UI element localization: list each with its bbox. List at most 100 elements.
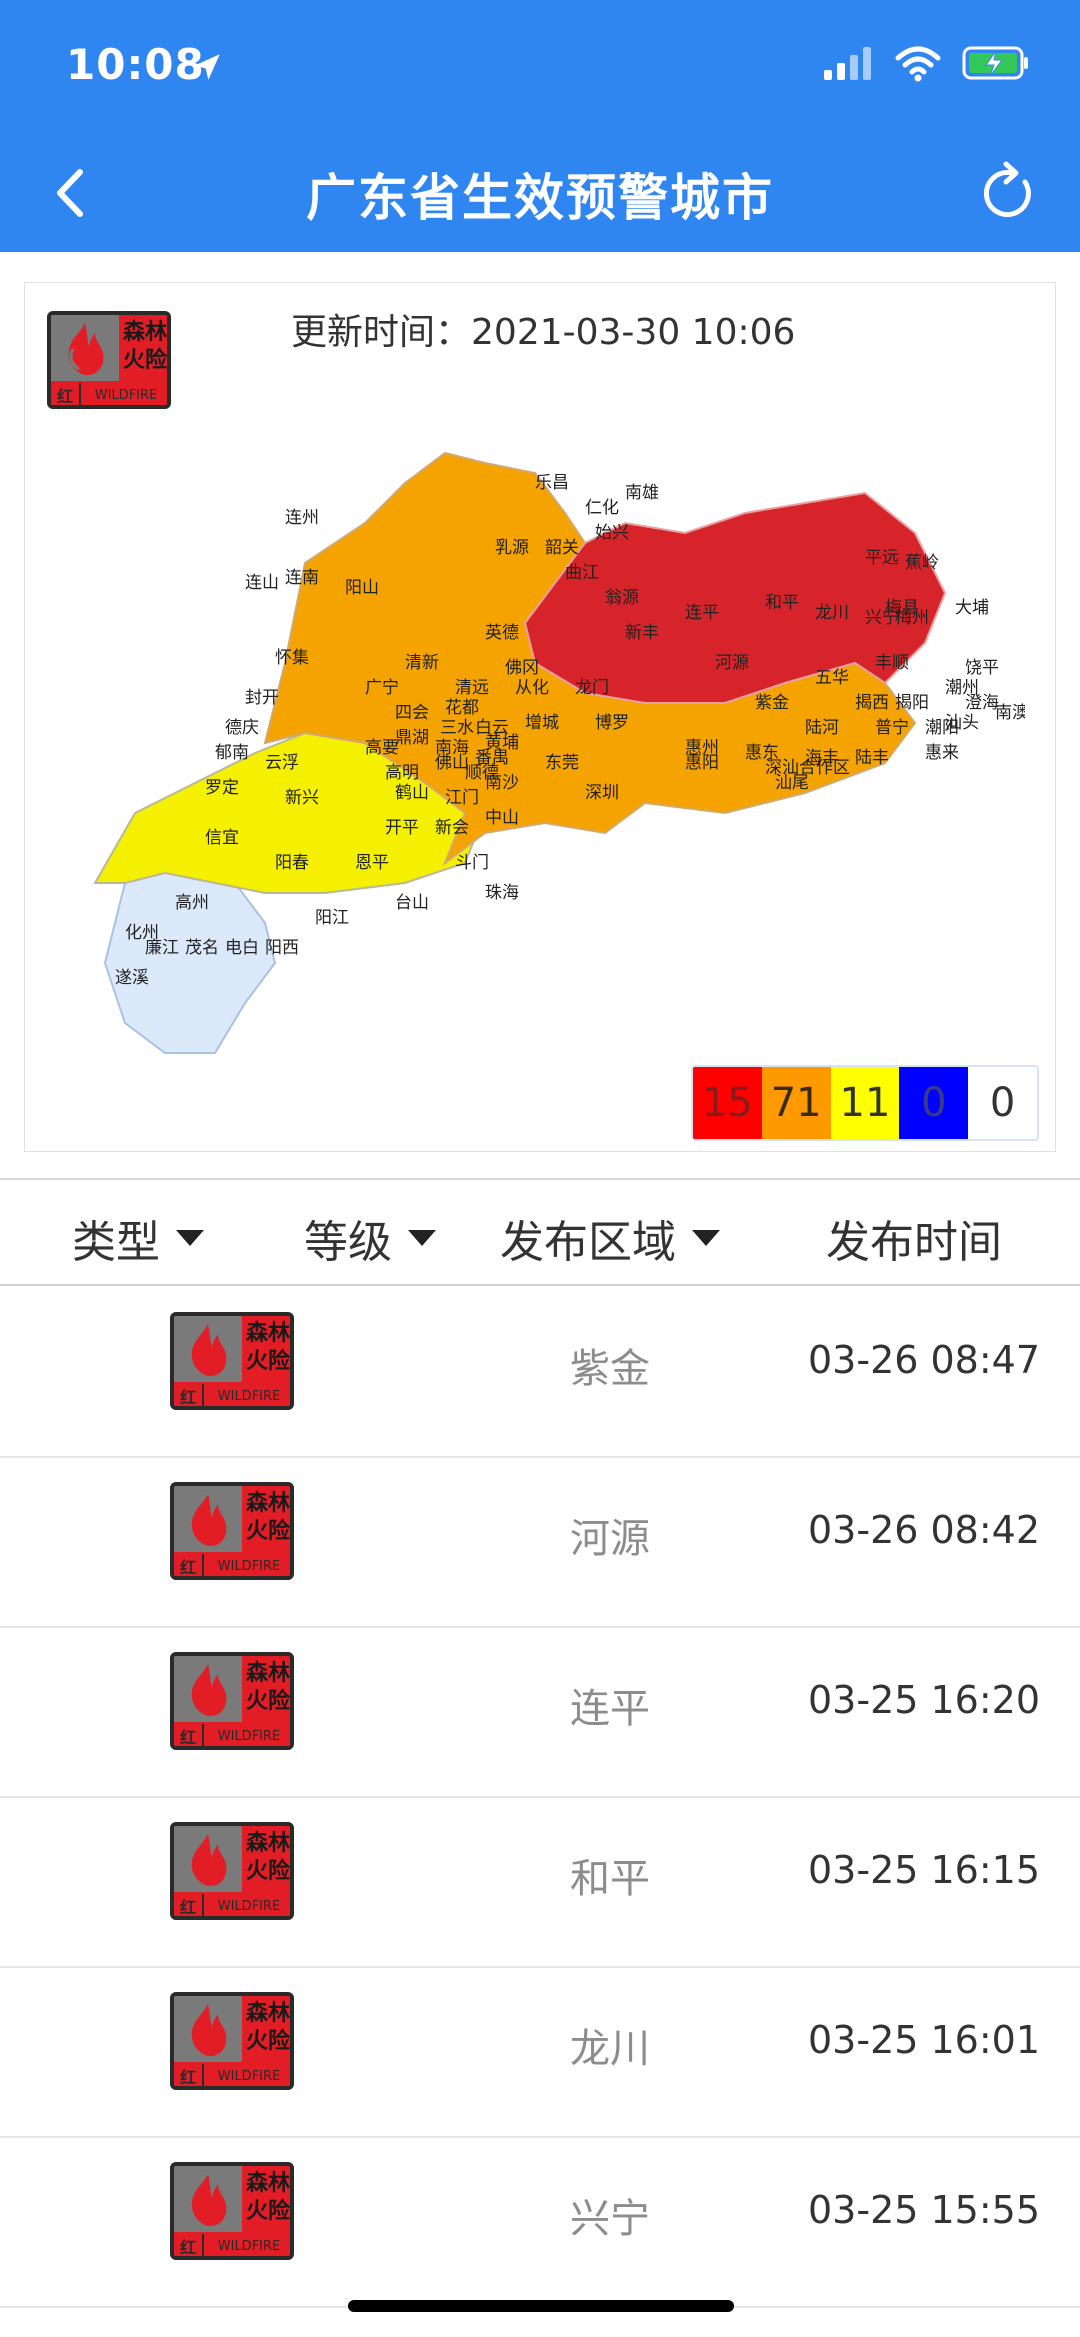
map-city-label: 阳西 — [265, 938, 299, 958]
row-time: 03-25 16:01 — [808, 2018, 1041, 2062]
filter-type[interactable]: 类型 — [72, 1206, 204, 1270]
flame-icon — [191, 1494, 227, 1546]
map-city-label: 连州 — [285, 508, 319, 528]
map-city-label: 高要 — [365, 738, 399, 758]
badge-text-2: 火险 — [245, 2029, 290, 2054]
map-city-label: 陆丰 — [855, 748, 889, 768]
map-city-label: 茂名 — [185, 938, 219, 958]
table-row[interactable]: 森林 火险红 WILDFIRE 和平 03-25 16:15 — [0, 1798, 1080, 1968]
filter-area[interactable]: 发布区域 — [500, 1206, 720, 1270]
badge-text-1: 森林 — [245, 1661, 290, 1686]
map-city-label: 揭西 — [855, 693, 889, 713]
flame-icon — [191, 1324, 227, 1376]
map-city-label: 高明 — [385, 763, 419, 783]
status-time: 10:08 — [66, 40, 205, 89]
map-city-label: 连山 — [245, 573, 279, 593]
row-area: 和平 — [570, 1856, 650, 1902]
badge-level: 红 — [174, 1894, 204, 1916]
map-city-label: 梅州 — [895, 608, 929, 628]
badge-en: WILDFIRE — [217, 1558, 281, 1574]
map-city-label: 惠来 — [925, 743, 959, 763]
signal-icon — [824, 47, 871, 80]
map-city-label: 阳山 — [345, 578, 379, 598]
row-area: 龙川 — [570, 2026, 650, 2072]
wildfire-badge-icon: 森林 火险红 WILDFIRE — [170, 2162, 294, 2260]
map-city-label: 遂溪 — [115, 968, 149, 988]
map-city-label: 斗门 — [455, 853, 489, 873]
map-city-label: 饶平 — [965, 658, 999, 678]
table-row[interactable]: 森林 火险红 WILDFIRE 龙川 03-25 16:01 — [0, 1968, 1080, 2138]
map-city-label: 佛冈 — [505, 658, 539, 678]
table-row[interactable]: 森林 火险红 WILDFIRE 连平 03-25 16:20 — [0, 1628, 1080, 1798]
map-city-label: 澄海 — [965, 693, 999, 713]
map-city-label: 平远 — [865, 548, 899, 568]
location-arrow-icon — [194, 54, 220, 80]
map-city-label: 南雄 — [625, 483, 659, 503]
map-city-label: 深圳 — [585, 783, 619, 803]
map-city-label: 英德 — [485, 623, 519, 643]
wildfire-badge-icon: 森林 火险红 WILDFIRE — [170, 1482, 294, 1580]
map-city-label: 德庆 — [225, 718, 259, 738]
table-row[interactable]: 森林 火险红 WILDFIRE 兴宁 03-25 15:55 — [0, 2138, 1080, 2308]
wildfire-badge-icon: 森林 火险红 WILDFIRE — [170, 1312, 294, 1410]
guangdong-map[interactable]: 乐昌仁化南雄连州乳源 韶关始兴曲江连山 连南 阳山 翁源英德 新丰连平 和平 龙川 兴宁平远 蕉岭… — [65, 363, 1025, 1063]
badge-text-1: 森林 — [245, 1831, 290, 1856]
map-city-label: 阳春 — [275, 853, 309, 873]
map-city-label: 翁源 — [605, 588, 639, 608]
table-row[interactable]: 森林 火险红 WILDFIRE 河源 03-26 08:42 — [0, 1458, 1080, 1628]
legend-yellow-count: 11 — [830, 1067, 900, 1139]
map-city-label: 鹤山 — [395, 783, 429, 803]
badge-level: 红 — [174, 1554, 204, 1576]
map-city-label: 四会 — [395, 703, 429, 723]
map-city-label: 五华 — [815, 668, 849, 688]
map-city-label: 连平 — [685, 603, 719, 623]
row-time: 03-25 16:15 — [808, 1848, 1041, 1892]
legend-none-count: 0 — [968, 1067, 1037, 1139]
map-city-label: 博罗 — [595, 713, 629, 733]
map-city-label: 云浮 — [265, 753, 299, 773]
table-row[interactable]: 森林 火险红 WILDFIRE 紫金 03-26 08:47 — [0, 1288, 1080, 1458]
map-city-label: 鼎湖 — [395, 728, 429, 748]
badge-en: WILDFIRE — [217, 2238, 281, 2254]
map-city-label: 信宜 — [205, 828, 239, 848]
map-city-label: 开平 — [385, 818, 419, 838]
row-area: 兴宁 — [570, 2196, 650, 2242]
map-city-label: 东莞 — [545, 753, 579, 773]
battery-charging-icon — [962, 46, 1028, 80]
badge-en: WILDFIRE — [217, 2068, 281, 2084]
map-city-label: 南沙 — [485, 773, 519, 793]
map-city-label: 佛山 — [435, 753, 469, 773]
map-city-label: 三水 — [440, 718, 474, 738]
filter-level[interactable]: 等级 — [304, 1206, 436, 1270]
row-area: 紫金 — [570, 1346, 650, 1392]
badge-en: WILDFIRE — [217, 1898, 281, 1914]
map-city-label: 大埔 — [955, 598, 989, 618]
map-city-label: 新会 — [435, 818, 469, 838]
badge-en: WILDFIRE — [217, 1728, 281, 1744]
map-region-blue — [103, 861, 277, 1054]
map-city-label: 龙川 — [815, 603, 849, 623]
map-city-label: 南澳 — [995, 703, 1025, 723]
legend-blue-count: 0 — [899, 1067, 969, 1139]
map-city-label: 和平 — [765, 593, 799, 613]
refresh-button[interactable] — [974, 158, 1044, 228]
map-city-label: 清远 — [455, 678, 489, 698]
row-time: 03-26 08:47 — [808, 1338, 1041, 1382]
update-time: 更新时间：2021-03-30 10:06 — [291, 303, 795, 355]
badge-level: 红 — [174, 2064, 204, 2086]
map-city-label: 惠阳 — [685, 753, 719, 773]
map-city-label: 高州 — [175, 893, 209, 913]
map-city-label: 电白 — [225, 938, 259, 958]
map-city-label: 中山 — [485, 808, 519, 828]
wildfire-badge-icon: 森林 火险红 WILDFIRE — [170, 1822, 294, 1920]
flame-icon — [191, 2174, 227, 2226]
badge-text-1: 森林 — [245, 2171, 290, 2196]
map-city-label: 仁化 — [585, 498, 619, 518]
row-time: 03-25 15:55 — [808, 2188, 1041, 2232]
wifi-icon — [895, 46, 941, 82]
page-title: 广东省生效预警城市 — [306, 169, 774, 227]
map-city-label: 花都 — [445, 698, 479, 718]
map-city-label: 曲江 — [565, 563, 599, 583]
map-city-label: 陆河 — [805, 718, 839, 738]
map-city-label: 乐昌 — [535, 473, 569, 493]
